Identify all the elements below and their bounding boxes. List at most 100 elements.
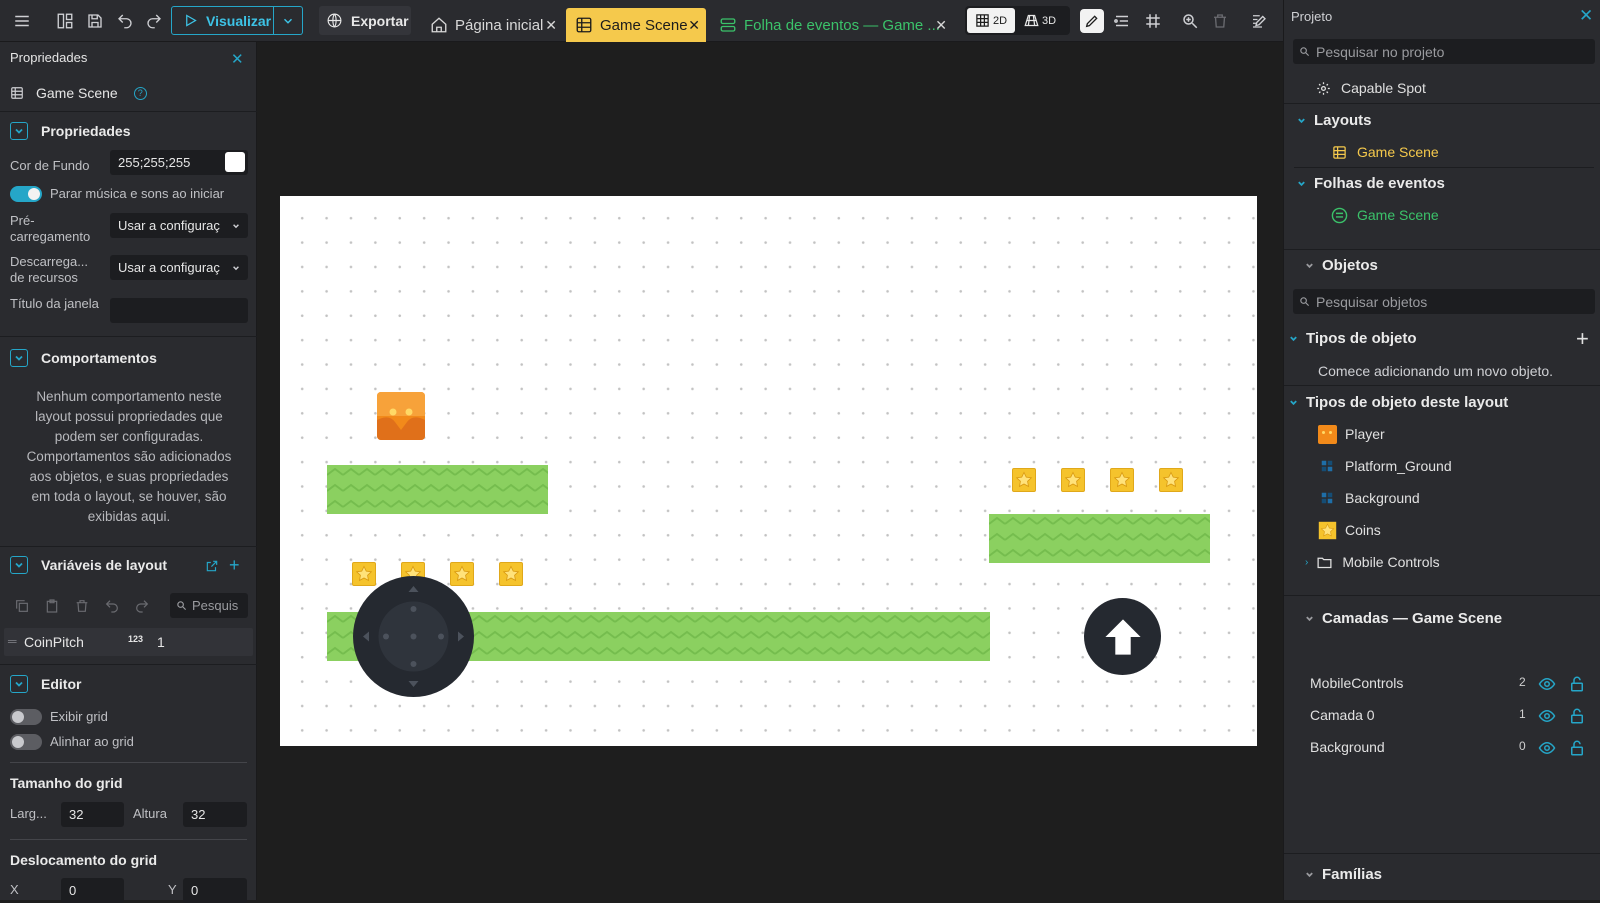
add-variable-icon[interactable]: + — [229, 555, 240, 576]
delete-icon[interactable] — [1208, 9, 1232, 33]
layer-row[interactable]: MobileControls 2 — [1284, 673, 1600, 695]
grid-icon[interactable] — [1141, 9, 1165, 33]
section-title: Comportamentos — [41, 350, 157, 366]
platform-ground[interactable] — [989, 514, 1210, 563]
copy-icon[interactable] — [14, 598, 30, 614]
coin-sprite[interactable] — [1061, 468, 1085, 492]
preview-button[interactable]: Visualizar — [171, 6, 274, 35]
object-name: Player — [1345, 426, 1385, 442]
edit-properties-icon[interactable] — [1247, 9, 1271, 33]
player-sprite[interactable] — [377, 392, 425, 440]
unlock-icon[interactable] — [1568, 675, 1586, 693]
object-types-header[interactable]: Tipos de objeto — [1286, 330, 1417, 347]
chevron-right-icon[interactable]: › — [1305, 557, 1308, 568]
tab-events-sheet[interactable]: Folha de eventos — Game ... ✕ — [710, 8, 953, 42]
object-item-background[interactable]: Background — [1317, 488, 1420, 508]
tab-game-scene[interactable]: Game Scene ✕ — [566, 8, 706, 42]
object-item-coins[interactable]: Coins — [1317, 520, 1381, 540]
section-editor[interactable]: Editor — [10, 675, 81, 693]
eye-icon[interactable] — [1538, 739, 1556, 757]
project-search-input[interactable]: Pesquisar no projeto — [1293, 39, 1595, 64]
families-header[interactable]: Famílias — [1302, 866, 1382, 883]
grid-offset-x-input[interactable]: 0 — [61, 878, 124, 903]
layouts-header[interactable]: Layouts — [1294, 112, 1372, 129]
undo-icon[interactable] — [104, 598, 120, 614]
number-type-icon[interactable]: 123 — [128, 634, 143, 644]
objects-search-input[interactable]: Pesquisar objetos — [1293, 289, 1595, 314]
coin-sprite[interactable] — [499, 562, 523, 586]
color-swatch[interactable] — [225, 152, 245, 172]
view-3d-button[interactable]: 3D — [1015, 8, 1065, 33]
menu-icon[interactable] — [10, 9, 34, 33]
unlock-icon[interactable] — [1568, 739, 1586, 757]
close-icon[interactable]: ✕ — [935, 17, 947, 34]
export-button[interactable]: Exportar — [319, 6, 411, 35]
preload-select[interactable]: Usar a configuraç — [110, 213, 248, 238]
search-placeholder: Pesquisar no projeto — [1316, 43, 1445, 60]
layer-name: Background — [1310, 739, 1385, 755]
variable-row[interactable]: ═ CoinPitch 123 1 — [4, 628, 253, 656]
redo-icon[interactable] — [134, 598, 150, 614]
jump-button[interactable] — [1084, 598, 1161, 675]
grid-height-input[interactable]: 32 — [183, 802, 247, 827]
events-header[interactable]: Folhas de eventos — [1294, 175, 1445, 192]
redo-icon[interactable] — [142, 9, 166, 33]
save-icon[interactable] — [83, 9, 107, 33]
preview-options-button[interactable] — [274, 6, 303, 35]
object-folder-mobile-controls[interactable]: › Mobile Controls — [1305, 552, 1440, 572]
close-icon[interactable]: ✕ — [231, 50, 244, 68]
edit-mode-button[interactable] — [1080, 9, 1104, 33]
coin-sprite[interactable] — [1012, 468, 1036, 492]
project-properties-item[interactable]: Capable Spot — [1313, 78, 1426, 98]
joystick-control[interactable] — [353, 576, 474, 697]
close-icon[interactable]: ✕ — [1579, 6, 1593, 26]
section-comportamentos[interactable]: Comportamentos — [10, 349, 157, 367]
objects-header[interactable]: Objetos — [1302, 257, 1378, 274]
variable-value[interactable]: 1 — [157, 634, 165, 650]
game-scene-viewport[interactable] — [280, 196, 1257, 746]
view-2d-button[interactable]: 2D — [967, 8, 1015, 33]
stop-music-toggle[interactable] — [10, 186, 42, 202]
coin-sprite[interactable] — [1159, 468, 1183, 492]
variables-search-input[interactable]: Pesquis — [170, 593, 248, 618]
layout-item-game-scene[interactable]: Game Scene — [1329, 142, 1439, 162]
zigzag-pattern — [989, 514, 1210, 563]
eye-icon[interactable] — [1538, 707, 1556, 725]
chevron-down-icon — [233, 224, 239, 229]
paste-icon[interactable] — [44, 598, 60, 614]
show-grid-toggle[interactable] — [10, 709, 42, 725]
zoom-icon[interactable] — [1178, 9, 1202, 33]
drag-handle-icon[interactable]: ═ — [8, 634, 17, 648]
section-propriedades[interactable]: Propriedades — [10, 122, 130, 140]
grid-offset-x-value: 0 — [69, 883, 77, 898]
delete-icon[interactable] — [74, 598, 90, 614]
add-object-icon[interactable]: + — [1576, 326, 1589, 352]
close-icon[interactable]: ✕ — [688, 17, 700, 34]
coin-sprite[interactable] — [1110, 468, 1134, 492]
snap-grid-toggle[interactable] — [10, 734, 42, 750]
grid-width-input[interactable]: 32 — [61, 802, 124, 827]
chevron-down-icon — [10, 349, 28, 367]
layers-header[interactable]: Camadas — Game Scene — [1302, 610, 1502, 627]
layout-object-types-header[interactable]: Tipos de objeto deste layout — [1286, 394, 1508, 411]
layer-row[interactable]: Background 0 — [1284, 737, 1600, 759]
layer-row[interactable]: Camada 0 1 — [1284, 705, 1600, 727]
grid-offset-y-input[interactable]: 0 — [183, 878, 247, 903]
platform-ground[interactable] — [327, 465, 548, 514]
unload-select[interactable]: Usar a configuraç — [110, 255, 248, 280]
object-item-platform-ground[interactable]: Platform_Ground — [1317, 456, 1452, 476]
close-icon[interactable]: ✕ — [545, 17, 557, 34]
chevron-down-icon — [10, 122, 28, 140]
eye-icon[interactable] — [1538, 675, 1556, 693]
events-item-game-scene[interactable]: Game Scene — [1329, 205, 1439, 225]
object-list-icon[interactable] — [1110, 9, 1134, 33]
project-manager-icon[interactable] — [53, 9, 77, 33]
tab-home[interactable]: Página inicial ✕ — [421, 8, 563, 42]
open-external-icon[interactable] — [205, 559, 219, 573]
unlock-icon[interactable] — [1568, 707, 1586, 725]
window-title-input[interactable] — [110, 298, 248, 323]
help-icon[interactable]: ? — [133, 86, 147, 100]
object-item-player[interactable]: Player — [1317, 424, 1385, 444]
section-variaveis[interactable]: Variáveis de layout — [10, 556, 167, 574]
undo-icon[interactable] — [113, 9, 137, 33]
